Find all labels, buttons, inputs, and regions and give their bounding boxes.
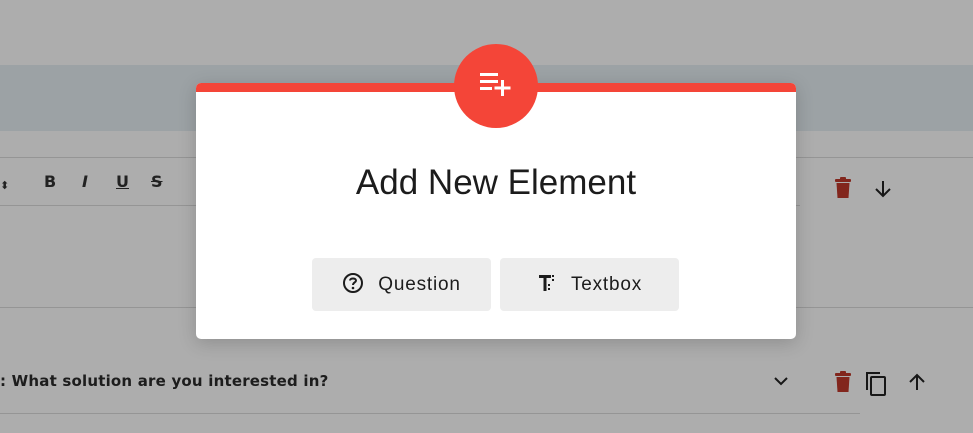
add-question-label: Question xyxy=(378,273,461,295)
text-format-icon xyxy=(537,272,557,298)
add-textbox-label: Textbox xyxy=(570,273,643,295)
dialog-badge xyxy=(454,44,538,128)
playlist-add-icon xyxy=(478,69,514,103)
add-question-button[interactable]: Question xyxy=(312,258,491,311)
dialog-title: Add New Element xyxy=(355,163,637,202)
add-textbox-button[interactable]: Textbox xyxy=(500,258,679,311)
help-circle-icon xyxy=(342,272,364,298)
add-element-dialog: Add New Element Question Textbox xyxy=(196,44,796,339)
